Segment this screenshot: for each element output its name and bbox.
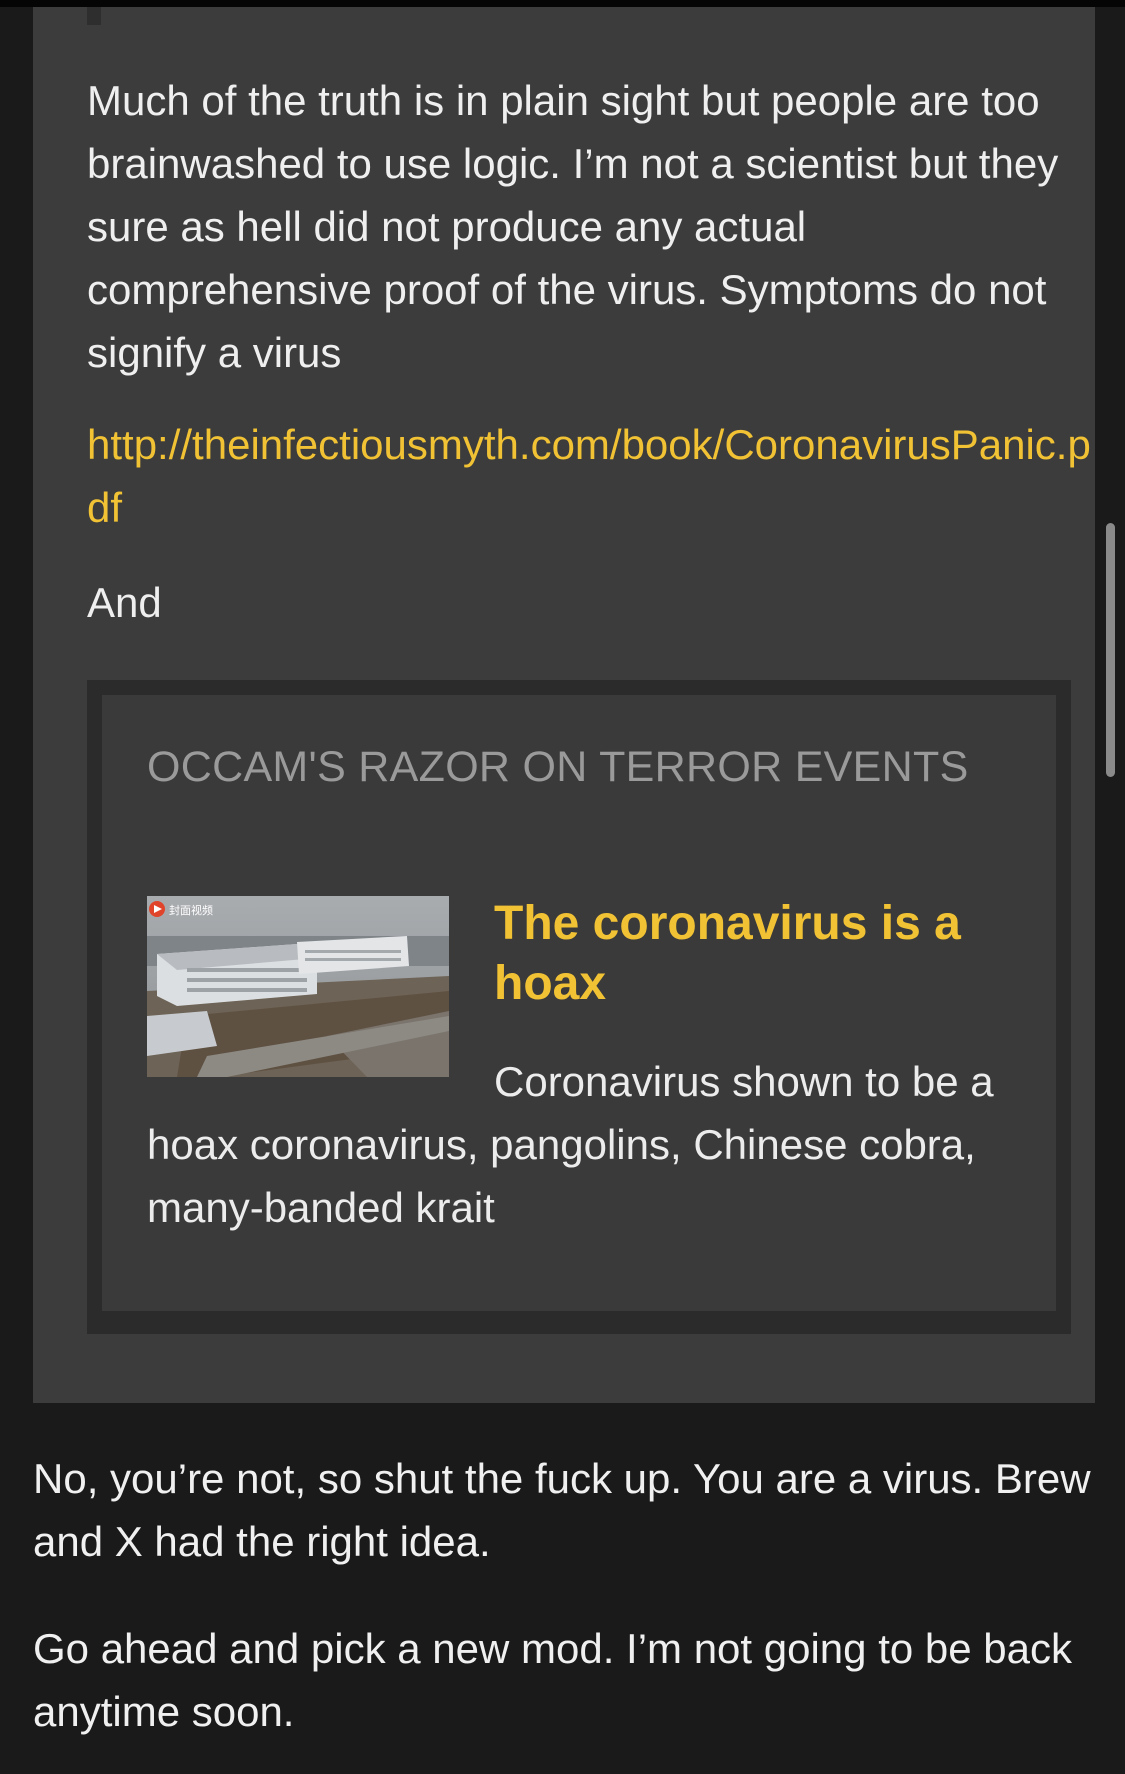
quoted-post: Much of the truth is in plain sight but … (33, 7, 1095, 1403)
quoted-paragraph-2: And (87, 579, 162, 626)
quote-border-stub (87, 7, 101, 25)
reply-paragraph-2: Go ahead and pick a new mod. I’m not goi… (33, 1625, 1072, 1735)
quoted-paragraph-1: Much of the truth is in plain sight but … (87, 77, 1059, 376)
link-preview-title[interactable]: The coronavirus is a hoax (494, 894, 1024, 1014)
scrollbar-thumb[interactable] (1106, 523, 1115, 777)
reply-paragraph-1: No, you’re not, so shut the fuck up. You… (33, 1455, 1091, 1565)
thumbnail-watermark: 封面视频 (169, 903, 213, 917)
link-preview-description: Coronavirus shown to be a hoax coronavir… (147, 1058, 994, 1231)
pdf-link[interactable]: http://theinfectiousmyth.com/book/Corona… (87, 413, 1097, 539)
top-bar (0, 0, 1125, 7)
link-preview-site-name: OCCAM'S RAZOR ON TERROR EVENTS (147, 743, 969, 791)
link-preview-card[interactable]: OCCAM'S RAZOR ON TERROR EVENTS 封面视频 The … (87, 680, 1071, 1334)
link-preview-body: OCCAM'S RAZOR ON TERROR EVENTS 封面视频 The … (102, 695, 1056, 1311)
